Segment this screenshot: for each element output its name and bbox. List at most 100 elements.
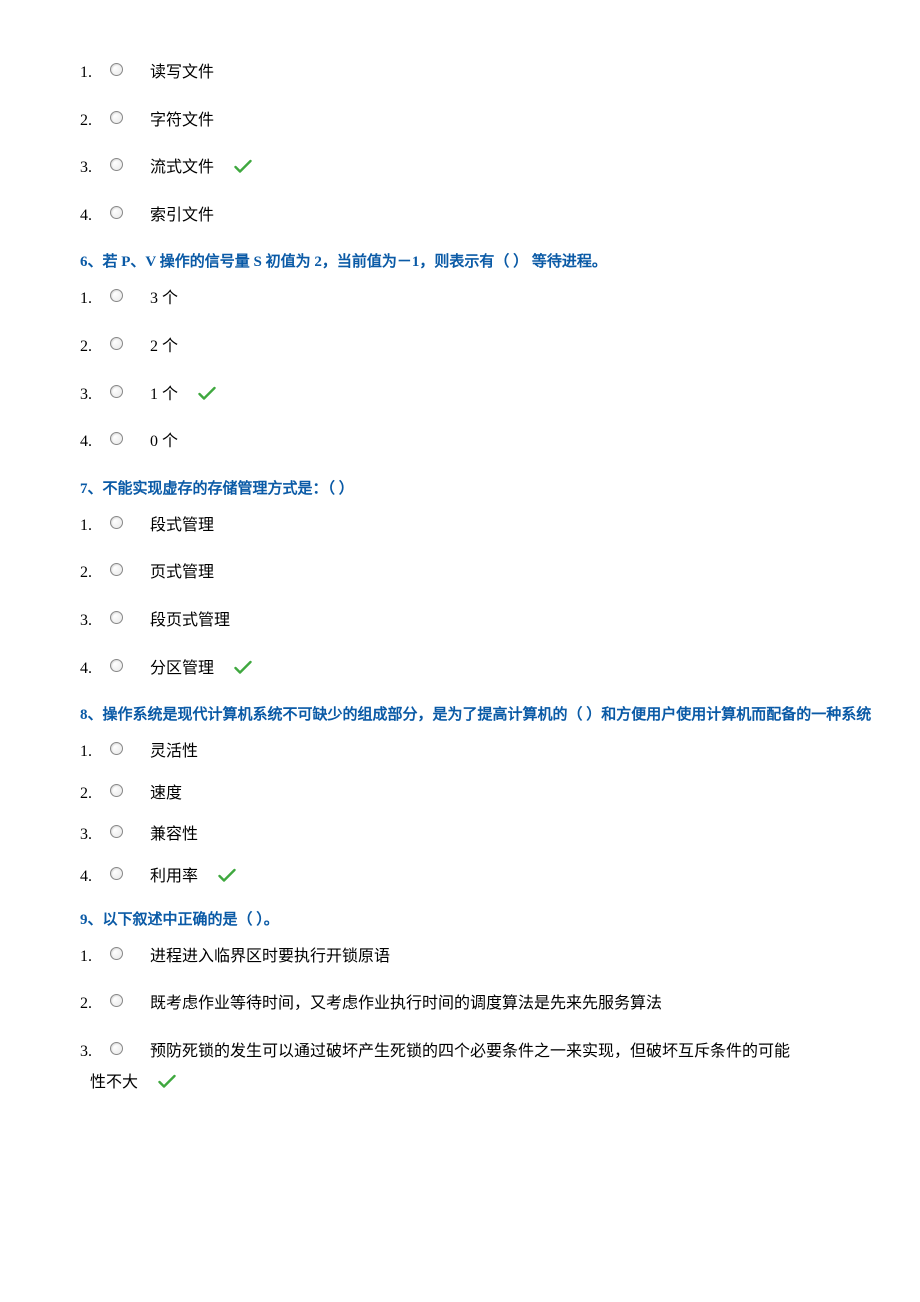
option-number: 4. bbox=[80, 864, 110, 890]
option-text: 1 个 bbox=[150, 382, 178, 408]
option-number: 1. bbox=[80, 60, 110, 86]
radio-button[interactable] bbox=[110, 158, 150, 171]
option-number: 3. bbox=[80, 382, 110, 408]
radio-button[interactable] bbox=[110, 563, 150, 576]
option-number: 1. bbox=[80, 513, 110, 539]
radio-button[interactable] bbox=[110, 111, 150, 124]
q6-option-4: 4. 0 个 bbox=[80, 429, 920, 455]
q6-option-3: 3. 1 个 bbox=[80, 382, 920, 408]
radio-icon bbox=[110, 289, 123, 302]
option-number: 2. bbox=[80, 991, 110, 1017]
q8-option-2: 2. 速度 bbox=[80, 781, 920, 807]
q9-option-1: 1. 进程进入临界区时要执行开锁原语 bbox=[80, 944, 920, 970]
radio-button[interactable] bbox=[110, 994, 150, 1007]
option-number: 1. bbox=[80, 944, 110, 970]
q5-option-1: 1. 读写文件 bbox=[80, 60, 920, 86]
radio-button[interactable] bbox=[110, 1042, 150, 1055]
option-text: 段式管理 bbox=[150, 513, 214, 539]
option-text: 分区管理 bbox=[150, 656, 214, 682]
radio-icon bbox=[110, 784, 123, 797]
checkmark-icon bbox=[158, 1073, 176, 1099]
radio-button[interactable] bbox=[110, 289, 150, 302]
option-number: 3. bbox=[80, 608, 110, 634]
option-text-cont: 性不大 bbox=[90, 1070, 138, 1096]
radio-button[interactable] bbox=[110, 611, 150, 624]
radio-icon bbox=[110, 742, 123, 755]
radio-icon bbox=[110, 947, 123, 960]
radio-icon bbox=[110, 206, 123, 219]
radio-icon bbox=[110, 825, 123, 838]
radio-icon bbox=[110, 111, 123, 124]
radio-button[interactable] bbox=[110, 432, 150, 445]
option-text: 既考虑作业等待时间，又考虑作业执行时间的调度算法是先来先服务算法 bbox=[150, 991, 662, 1017]
radio-icon bbox=[110, 1042, 123, 1055]
q8-option-3: 3. 兼容性 bbox=[80, 822, 920, 848]
question-8-title: 8、操作系统是现代计算机系统不可缺少的组成部分，是为了提高计算机的（ ）和方便用… bbox=[80, 703, 920, 727]
radio-button[interactable] bbox=[110, 784, 150, 797]
option-text: 进程进入临界区时要执行开锁原语 bbox=[150, 944, 390, 970]
option-text: 段页式管理 bbox=[150, 608, 230, 634]
option-text: 页式管理 bbox=[150, 560, 214, 586]
option-number: 3. bbox=[80, 1039, 110, 1065]
radio-button[interactable] bbox=[110, 516, 150, 529]
option-text: 2 个 bbox=[150, 334, 178, 360]
radio-icon bbox=[110, 432, 123, 445]
question-8: 8、操作系统是现代计算机系统不可缺少的组成部分，是为了提高计算机的（ ）和方便用… bbox=[80, 703, 920, 889]
option-number: 3. bbox=[80, 822, 110, 848]
option-text: 读写文件 bbox=[150, 60, 214, 86]
option-text: 利用率 bbox=[150, 864, 198, 890]
radio-button[interactable] bbox=[110, 742, 150, 755]
radio-button[interactable] bbox=[110, 825, 150, 838]
option-number: 2. bbox=[80, 781, 110, 807]
radio-button[interactable] bbox=[110, 337, 150, 350]
option-text: 预防死锁的发生可以通过破坏产生死锁的四个必要条件之一来实现，但破坏互斥条件的可能 bbox=[150, 1039, 790, 1065]
question-9: 9、以下叙述中正确的是（ ）。 1. 进程进入临界区时要执行开锁原语 2. 既考… bbox=[80, 908, 920, 1096]
q9-option-3: 3. 预防死锁的发生可以通过破坏产生死锁的四个必要条件之一来实现，但破坏互斥条件… bbox=[80, 1039, 920, 1065]
radio-button[interactable] bbox=[110, 63, 150, 76]
radio-icon bbox=[110, 516, 123, 529]
checkmark-icon bbox=[218, 867, 236, 893]
option-text: 兼容性 bbox=[150, 822, 198, 848]
option-text: 速度 bbox=[150, 781, 182, 807]
option-number: 2. bbox=[80, 560, 110, 586]
option-number: 4. bbox=[80, 656, 110, 682]
radio-button[interactable] bbox=[110, 867, 150, 880]
radio-icon bbox=[110, 659, 123, 672]
checkmark-icon bbox=[234, 659, 252, 685]
q7-option-3: 3. 段页式管理 bbox=[80, 608, 920, 634]
option-number: 2. bbox=[80, 108, 110, 134]
radio-button[interactable] bbox=[110, 659, 150, 672]
option-number: 4. bbox=[80, 203, 110, 229]
option-number: 1. bbox=[80, 286, 110, 312]
question-6: 6、若 P、V 操作的信号量 S 初值为 2，当前值为－1，则表示有（ ） 等待… bbox=[80, 250, 920, 454]
radio-icon bbox=[110, 63, 123, 76]
radio-button[interactable] bbox=[110, 206, 150, 219]
q9-option-2: 2. 既考虑作业等待时间，又考虑作业执行时间的调度算法是先来先服务算法 bbox=[80, 991, 920, 1017]
option-text: 索引文件 bbox=[150, 203, 214, 229]
question-7-title: 7、不能实现虚存的存储管理方式是：（ ） bbox=[80, 477, 920, 501]
radio-icon bbox=[110, 994, 123, 1007]
question-5: 1. 读写文件 2. 字符文件 3. 流式文件 4. 索引文件 bbox=[80, 60, 920, 228]
radio-icon bbox=[110, 867, 123, 880]
q8-option-4: 4. 利用率 bbox=[80, 864, 920, 890]
radio-button[interactable] bbox=[110, 947, 150, 960]
radio-button[interactable] bbox=[110, 385, 150, 398]
question-9-title: 9、以下叙述中正确的是（ ）。 bbox=[80, 908, 920, 932]
radio-icon bbox=[110, 563, 123, 576]
option-number: 2. bbox=[80, 334, 110, 360]
option-text: 0 个 bbox=[150, 429, 178, 455]
option-text: 流式文件 bbox=[150, 155, 214, 181]
radio-icon bbox=[110, 611, 123, 624]
q7-option-1: 1. 段式管理 bbox=[80, 513, 920, 539]
option-text: 字符文件 bbox=[150, 108, 214, 134]
q8-option-1: 1. 灵活性 bbox=[80, 739, 920, 765]
q5-option-4: 4. 索引文件 bbox=[80, 203, 920, 229]
option-number: 1. bbox=[80, 739, 110, 765]
option-number: 4. bbox=[80, 429, 110, 455]
q5-option-3: 3. 流式文件 bbox=[80, 155, 920, 181]
option-number: 3. bbox=[80, 155, 110, 181]
radio-icon bbox=[110, 337, 123, 350]
q7-option-4: 4. 分区管理 bbox=[80, 656, 920, 682]
q7-option-2: 2. 页式管理 bbox=[80, 560, 920, 586]
option-text: 灵活性 bbox=[150, 739, 198, 765]
